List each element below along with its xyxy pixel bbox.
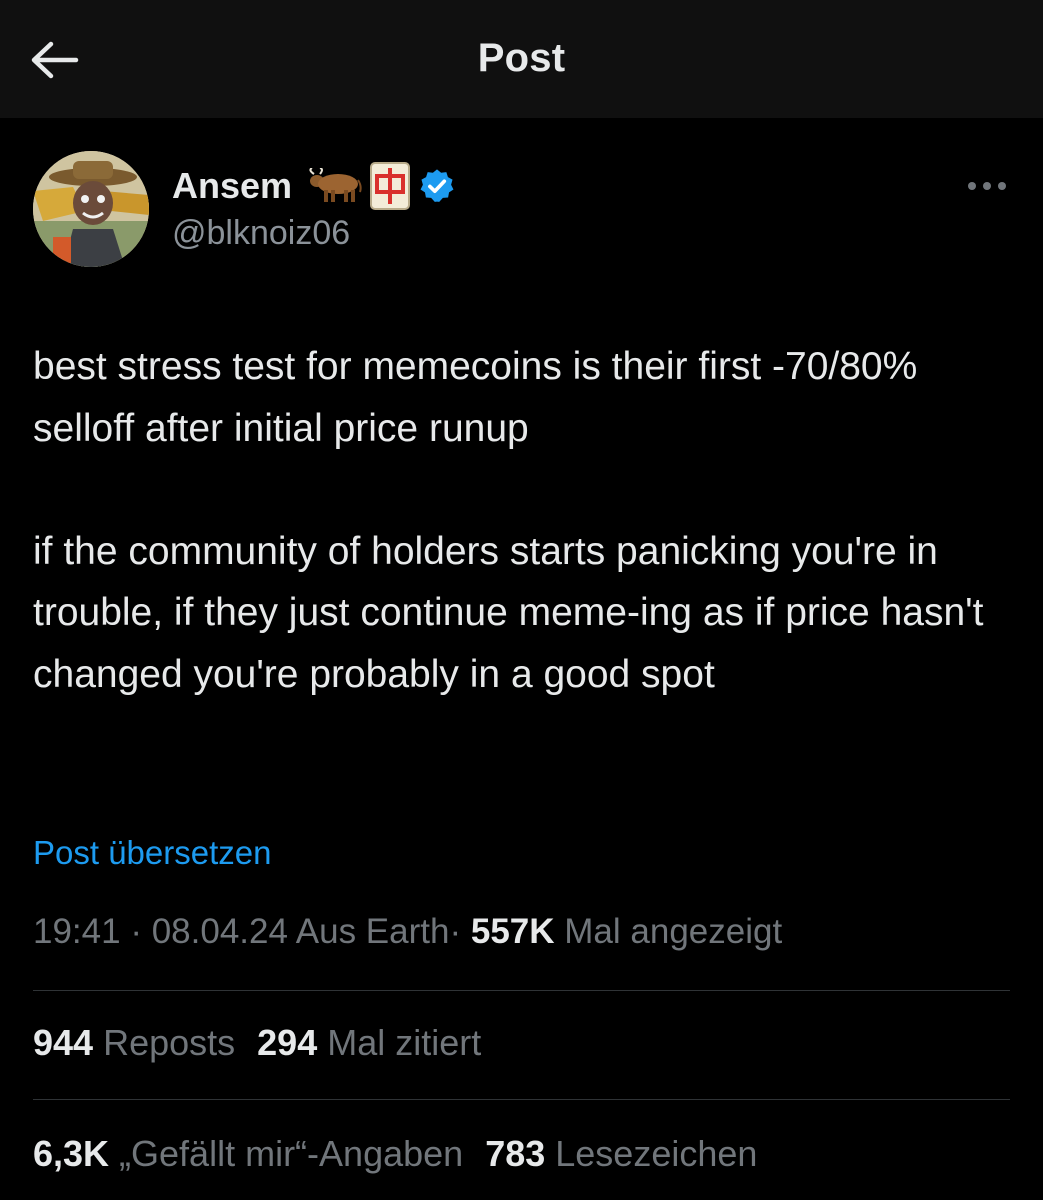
quotes-count: 294 [257,1022,318,1063]
bookmarks-count: 783 [485,1133,546,1174]
author-name-row: Ansem [172,160,456,212]
page-title: Post [477,36,566,80]
more-options-button[interactable] [962,170,1012,202]
author-name[interactable]: Ansem [172,165,292,207]
meta-separator: · [449,912,462,951]
reposts-count: 944 [33,1022,94,1063]
post-time[interactable]: 19:41 [33,912,121,951]
author-handle[interactable]: @blknoiz06 [172,214,350,253]
post-meta: 19:41 · 08.04.24 Aus Earth· 557K Mal ang… [33,912,782,952]
top-bar: Post [0,0,1043,118]
translate-post-link[interactable]: Post übersetzen [33,834,271,872]
likes-label: „Gefällt mir“-Angaben [119,1133,464,1174]
verified-badge-icon [418,167,456,205]
likes-stat[interactable]: 6,3K „Gefällt mir“-Angaben [33,1133,463,1175]
divider [33,990,1010,991]
quotes-stat[interactable]: 294 Mal zitiert [257,1022,481,1064]
stats-row-likes: 6,3K „Gefällt mir“-Angaben 783 Lesezeich… [33,1133,779,1175]
post-date[interactable]: 08.04.24 [152,912,288,951]
more-horizontal-icon [968,182,1006,190]
stats-row-reposts: 944 Reposts 294 Mal zitiert [33,1022,503,1064]
avatar[interactable] [33,151,149,267]
meta-separator: · [130,912,142,951]
reposts-stat[interactable]: 944 Reposts [33,1022,235,1064]
mahjong-red-dragon-emoji [370,162,411,210]
tweet-text: best stress test for memecoins is their … [33,336,1008,705]
quotes-label: Mal zitiert [327,1022,482,1063]
views-count: 557K [470,912,555,951]
views-label: Mal angezeigt [564,912,783,951]
ox-emoji [306,168,362,204]
bookmarks-stat[interactable]: 783 Lesezeichen [485,1133,757,1175]
divider [33,1099,1010,1100]
avatar-image [33,151,149,267]
tweet-paragraph: best stress test for memecoins is their … [33,345,918,450]
post-source: Aus Earth [295,912,450,951]
tweet-paragraph: if the community of holders starts panic… [33,529,984,696]
likes-count: 6,3K [33,1133,110,1174]
bookmarks-label: Lesezeichen [555,1133,758,1174]
reposts-label: Reposts [103,1022,236,1063]
